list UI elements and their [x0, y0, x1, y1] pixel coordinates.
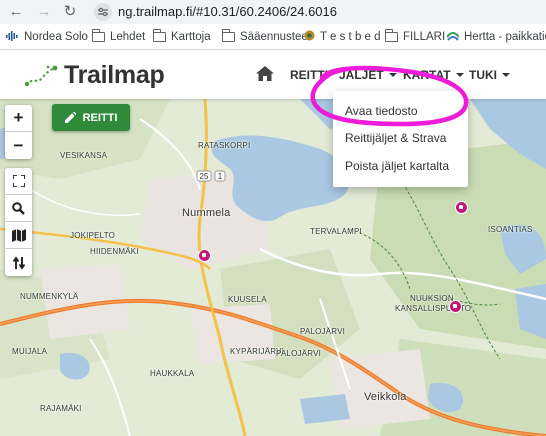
map-label-hiidenmaki: HIIDENMÄKI	[90, 247, 139, 256]
home-icon[interactable]	[256, 66, 274, 84]
map-label-kuusela: KUUSELA	[228, 295, 267, 304]
map-label-isoantias: ISOANTIAS	[488, 225, 533, 234]
trail-logo-icon	[24, 65, 58, 86]
map-label-nummela: Nummela	[182, 207, 231, 219]
bookmark-fillari[interactable]: FILLARI	[384, 29, 446, 45]
bookmark-label: T e s t b e d	[320, 31, 381, 43]
map-label-veikkola: Veikkola	[364, 391, 407, 403]
map-label-jokipelto: JOKIPELTO	[70, 231, 116, 240]
zoom-controls: + −	[5, 105, 32, 159]
menu-item-poista-jaljet[interactable]: Poista jäljet kartalta	[345, 159, 449, 173]
map-layers-button[interactable]	[5, 222, 32, 249]
map-label-vesikansa: VESIKANSA	[60, 151, 108, 160]
bookmark-lehdet[interactable]: Lehdet	[91, 29, 146, 45]
reitti-button-label: REITTI	[82, 111, 118, 124]
nav-jaljet[interactable]: JÄLJET	[339, 68, 397, 82]
cabin-poi-icon[interactable]	[455, 201, 468, 214]
map-label-muijala: MUIJALA	[12, 347, 48, 356]
menu-item-avaa-tiedosto[interactable]: Avaa tiedosto	[345, 104, 418, 118]
chevron-down-icon	[455, 73, 464, 77]
jaljet-dropdown-menu: Avaa tiedosto Reittijäljet & Strava Pois…	[333, 91, 468, 187]
cabin-poi-icon[interactable]	[449, 300, 462, 313]
folder-icon	[221, 29, 235, 42]
map-label-tervalampi: TERVALAMPI	[310, 227, 362, 236]
nav-kartat[interactable]: KARTAT	[403, 68, 464, 82]
chevron-down-icon	[388, 73, 397, 77]
folder-icon	[91, 29, 105, 42]
map-label-rajamaki: RAJAMÄKI	[40, 404, 82, 413]
nav-label: REITTI	[290, 68, 328, 82]
bookmark-testbed[interactable]: T e s t b e d	[304, 29, 381, 45]
nav-tuki[interactable]: TUKI	[469, 68, 510, 82]
cabin-poi-icon[interactable]	[198, 249, 211, 262]
back-icon[interactable]: ←	[6, 2, 26, 22]
pencil-icon	[64, 112, 76, 123]
address-bar[interactable]: ng.trailmap.fi/#10.31/60.2406/24.6016	[118, 4, 337, 19]
nav-reitti[interactable]: REITTI	[290, 68, 328, 82]
map-label-palojarvi-2: PALOJÄRVI	[276, 349, 322, 358]
map-icon	[11, 228, 26, 242]
hertta-icon	[446, 31, 460, 44]
testbed-icon	[304, 30, 315, 44]
reload-icon[interactable]: ↻	[60, 2, 80, 22]
map-label-numminkyla: NUMMENKYLÄ	[20, 292, 79, 301]
road-number-25: 25	[200, 172, 209, 181]
bookmarks-bar: Nordea Solo Lehdet Karttoja Sääennusteet…	[0, 24, 546, 50]
map-tool-controls	[5, 168, 32, 276]
site-info-icon[interactable]	[94, 3, 112, 21]
bookmark-label: FILLARI	[403, 31, 446, 43]
search-icon	[12, 201, 25, 215]
map-label-rataskorpi: RATASKORPI	[198, 141, 251, 150]
road-number-1: 1	[218, 172, 223, 181]
map-label-haukkala: HAUKKALA	[150, 369, 195, 378]
bookmark-saaennusteet[interactable]: Sääennusteet	[221, 29, 311, 45]
bookmark-karttoja[interactable]: Karttoja	[152, 29, 211, 45]
bookmark-label: Karttoja	[171, 31, 211, 43]
route-tool-button[interactable]	[5, 249, 32, 276]
nav-label: JÄLJET	[339, 68, 384, 82]
bookmark-label: Nordea Solo	[24, 31, 88, 43]
folder-icon	[152, 29, 166, 42]
fullscreen-button[interactable]	[5, 168, 32, 195]
fullscreen-icon	[12, 175, 25, 187]
chevron-down-icon	[502, 73, 510, 77]
menu-item-reittijaljet-strava[interactable]: Reittijäljet & Strava	[345, 131, 446, 145]
zoom-in-button[interactable]: +	[5, 105, 32, 132]
bookmark-label: Sääennusteet	[240, 31, 311, 43]
bookmark-nordea-solo[interactable]: Nordea Solo	[6, 29, 88, 45]
swap-route-icon	[12, 255, 25, 270]
map-label-nuuksion: NUUKSION	[410, 294, 454, 303]
nav-label: KARTAT	[403, 68, 451, 82]
nav-label: TUKI	[469, 68, 497, 82]
search-button[interactable]	[5, 195, 32, 222]
forward-icon[interactable]: →	[34, 2, 54, 22]
bookmark-hertta[interactable]: Hertta - paikkatieto...	[446, 29, 546, 45]
folder-icon	[384, 29, 398, 42]
trailmap-logo[interactable]: Trailmap	[24, 61, 165, 90]
nordea-icon	[6, 30, 19, 44]
zoom-out-button[interactable]: −	[5, 132, 32, 159]
bookmark-label: Hertta - paikkatieto...	[464, 31, 546, 43]
reitti-button[interactable]: REITTI	[52, 104, 130, 131]
browser-toolbar: ← → ↻ ng.trailmap.fi/#10.31/60.2406/24.6…	[0, 0, 546, 24]
bookmark-label: Lehdet	[110, 31, 146, 43]
logo-text: Trailmap	[64, 61, 165, 89]
map-label-palojarvi: PALOJÄRVI	[300, 327, 346, 336]
